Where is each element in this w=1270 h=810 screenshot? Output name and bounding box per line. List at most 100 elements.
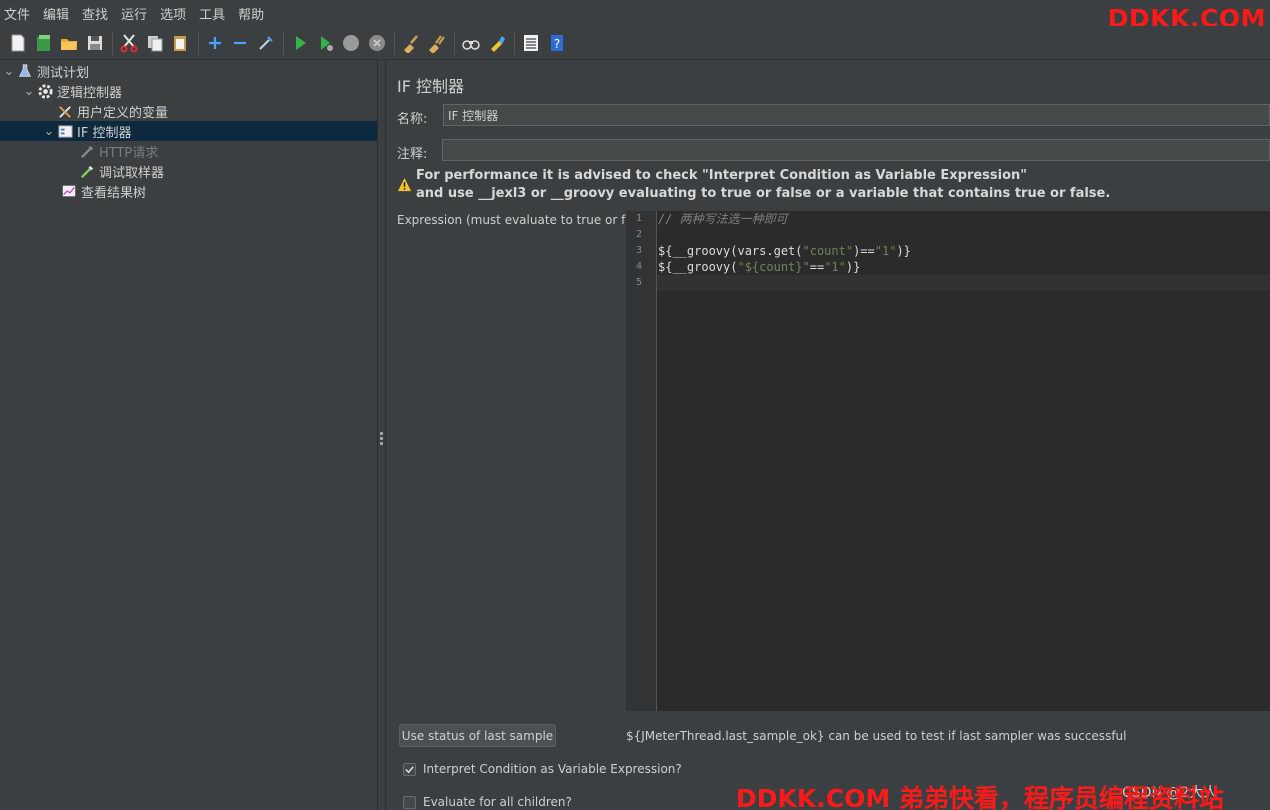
start-button[interactable] <box>288 31 312 55</box>
cut-button[interactable] <box>117 31 141 55</box>
toggle-button[interactable] <box>254 31 278 55</box>
line-number: 5 <box>635 277 643 288</box>
cut-icon <box>120 33 138 52</box>
toolbar-separator <box>283 30 284 55</box>
help-icon: ? <box>550 34 563 51</box>
if-controller-panel: IF 控制器 名称: 注释: For performance it is adv… <box>387 60 1270 810</box>
interpret-condition-label: Interpret Condition as Variable Expressi… <box>423 762 682 776</box>
search-icon <box>462 39 480 50</box>
evaluate-all-children-checkbox[interactable] <box>403 795 416 809</box>
expand-button[interactable] <box>203 31 227 55</box>
warning-line-2: and use __jexl3 or __groovy evaluating t… <box>416 186 1111 201</box>
menu-search[interactable]: 查找 <box>82 4 108 23</box>
new-icon <box>11 34 25 51</box>
test-plan-tree: ⌄ 测试计划 ⌄ 逻辑控制器 用户定义的变量 ⌄ IF 控制器 HTTP请求 调… <box>0 60 378 810</box>
clear-icon <box>404 34 418 53</box>
code-comment: // 两种写法选一种即可 <box>658 212 788 226</box>
comment-input[interactable] <box>442 139 1270 161</box>
tree-item-test-plan[interactable]: ⌄ 测试计划 <box>2 61 89 81</box>
code-token: == <box>809 260 825 274</box>
tree-item-label: 查看结果树 <box>81 185 147 201</box>
warning-icon <box>397 177 412 203</box>
tree-item-logic-controller[interactable]: ⌄ 逻辑控制器 <box>22 81 122 101</box>
tree-item-label: 调试取样器 <box>99 165 165 181</box>
stop-button[interactable] <box>339 31 363 55</box>
code-line-1: // 两种写法选一种即可 <box>657 211 788 227</box>
new-button[interactable] <box>6 31 30 55</box>
tree-item-label: 用户定义的变量 <box>77 105 169 121</box>
templates-button[interactable] <box>32 31 56 55</box>
toolbar-separator <box>112 30 113 55</box>
start-no-pause-icon <box>320 35 333 51</box>
code-line-4: ${__groovy("${count}"=="1")} <box>657 259 860 275</box>
copy-button[interactable] <box>143 31 167 55</box>
expression-editor[interactable]: 1 2 3 4 5 // 两种写法选一种即可 ${__groovy(vars.g… <box>626 211 1270 711</box>
search-button[interactable] <box>459 31 483 55</box>
menu-options[interactable]: 选项 <box>160 4 186 23</box>
gear-icon <box>36 82 54 100</box>
tree-item-debug-sampler[interactable]: 调试取样器 <box>78 161 164 181</box>
shutdown-button[interactable] <box>365 31 389 55</box>
help-button[interactable]: ? <box>545 31 569 55</box>
tree-item-http-request[interactable]: HTTP请求 <box>78 141 158 161</box>
toolbar: ? <box>0 26 1270 60</box>
line-number: 3 <box>635 245 643 256</box>
line-number: 4 <box>635 261 643 272</box>
performance-warning: For performance it is advised to check "… <box>397 167 1110 203</box>
tree-item-if-controller[interactable]: ⌄ IF 控制器 <box>0 121 377 141</box>
menu-edit[interactable]: 编辑 <box>43 4 69 23</box>
line-number-gutter: 1 2 3 4 5 <box>626 211 657 711</box>
menu-help[interactable]: 帮助 <box>238 4 264 23</box>
templates-icon <box>36 34 50 51</box>
open-icon <box>61 38 77 50</box>
menu-tools[interactable]: 工具 <box>199 4 225 23</box>
function-helper-icon <box>524 34 538 51</box>
splitter-grip-icon[interactable] <box>380 432 384 447</box>
chevron-down-icon[interactable]: ⌄ <box>42 124 56 139</box>
warning-line-1: For performance it is advised to check "… <box>416 168 1028 183</box>
expand-icon <box>208 36 221 49</box>
last-sample-hint: ${JMeterThread.last_sample_ok} can be us… <box>626 729 1127 743</box>
save-icon <box>87 35 102 50</box>
tree-item-view-results-tree[interactable]: 查看结果树 <box>60 181 146 201</box>
reset-search-button[interactable] <box>485 31 509 55</box>
start-no-pause-button[interactable] <box>314 31 338 55</box>
open-button[interactable] <box>57 31 81 55</box>
expression-label: Expression (must evaluate to true or fal… <box>397 213 655 227</box>
flask-icon <box>16 62 34 80</box>
name-input[interactable] <box>443 104 1270 126</box>
stop-icon <box>343 34 359 51</box>
chart-icon <box>60 182 78 200</box>
clear-all-button[interactable] <box>425 31 449 55</box>
use-status-of-last-sample-button[interactable]: Use status of last sample <box>399 724 556 747</box>
save-button[interactable] <box>83 31 107 55</box>
evaluate-all-children-row[interactable]: Evaluate for all children? <box>403 795 572 809</box>
interpret-condition-row[interactable]: Interpret Condition as Variable Expressi… <box>403 762 682 776</box>
collapse-button[interactable] <box>228 31 252 55</box>
clear-button[interactable] <box>399 31 423 55</box>
chevron-down-icon[interactable]: ⌄ <box>2 64 16 79</box>
function-helper-button[interactable] <box>519 31 543 55</box>
line-number: 1 <box>635 213 643 224</box>
code-line-5-current <box>657 275 1270 291</box>
menu-file[interactable]: 文件 <box>4 4 30 23</box>
paste-button[interactable] <box>168 31 192 55</box>
if-controller-icon <box>56 122 74 140</box>
start-icon <box>296 35 306 50</box>
code-line-3: ${__groovy(vars.get("count")=="1")} <box>657 243 911 259</box>
code-token: ${__groovy(vars.get( <box>658 244 803 258</box>
chevron-down-icon[interactable]: ⌄ <box>22 84 36 99</box>
checkmark-icon <box>405 765 414 773</box>
code-string: "1" <box>874 244 897 258</box>
collapse-icon <box>234 41 246 44</box>
interpret-condition-checkbox[interactable] <box>403 762 416 776</box>
svg-text:?: ? <box>553 37 559 51</box>
panel-splitter[interactable] <box>378 60 386 810</box>
evaluate-all-children-label: Evaluate for all children? <box>423 795 572 809</box>
tree-item-user-defined-variables[interactable]: 用户定义的变量 <box>56 101 168 121</box>
toolbar-separator <box>514 30 515 55</box>
watermark-bottom: DDKK.COM 弟弟快看，程序员编程资料站 <box>736 784 1224 810</box>
menu-run[interactable]: 运行 <box>121 4 147 23</box>
copy-icon <box>147 35 162 51</box>
tree-item-label: 逻辑控制器 <box>57 85 123 101</box>
